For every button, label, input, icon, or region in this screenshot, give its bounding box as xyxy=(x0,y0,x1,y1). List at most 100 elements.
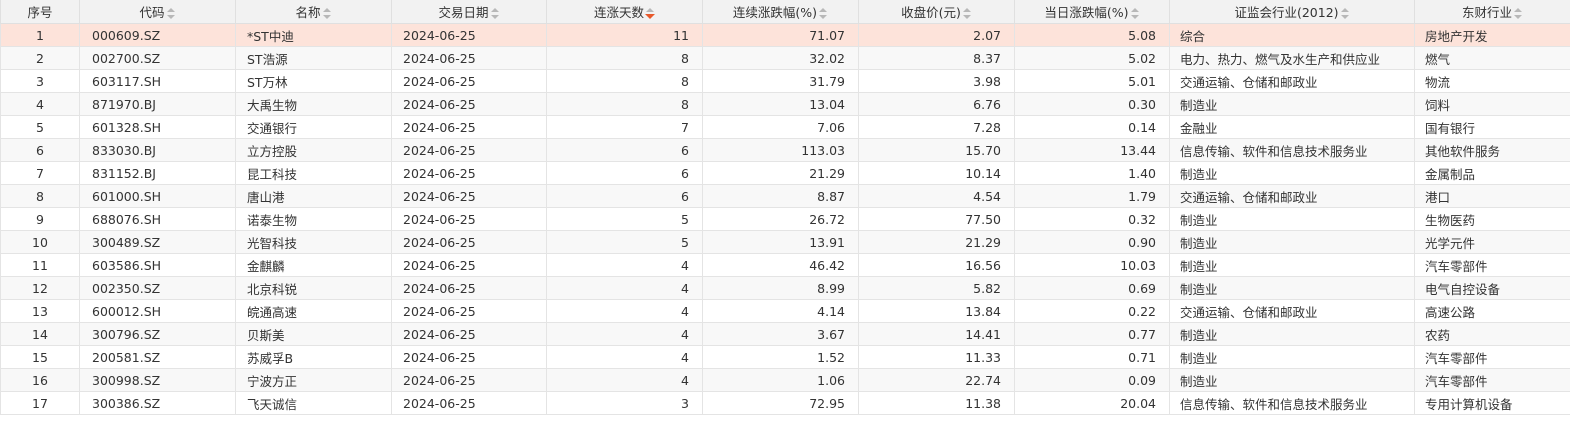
cell-code: 601000.SH xyxy=(79,184,236,208)
header-daily[interactable]: 当日涨跌幅(%) xyxy=(1014,0,1170,24)
cell-code: 200581.SZ xyxy=(79,345,236,369)
cell-gain: 113.03 xyxy=(702,138,859,162)
table-row[interactable]: 3 603117.SH ST万林 2024-06-25 8 31.79 3.98 5.01 交通… xyxy=(0,69,1570,93)
cell-days: 5 xyxy=(546,207,703,231)
table-row[interactable]: 1 000609.SZ *ST中迪 2024-06-25 11 71.07 2.07 5.08… xyxy=(0,23,1570,47)
table-row[interactable]: 7 831152.BJ 昆工科技 2024-06-25 6 21.29 10.14 1.40 制… xyxy=(0,161,1570,185)
cell-em: 电气自控设备 xyxy=(1414,276,1570,300)
cell-date: 2024-06-25 xyxy=(391,115,547,139)
sort-icon[interactable] xyxy=(819,7,828,20)
cell-code: 300998.SZ xyxy=(79,368,236,392)
table-row[interactable]: 4 871970.BJ 大禹生物 2024-06-25 8 13.04 6.76 0.30 制造… xyxy=(0,92,1570,116)
table-row[interactable]: 9 688076.SH 诺泰生物 2024-06-25 5 26.72 77.50 0.32 制… xyxy=(0,207,1570,231)
cell-em: 房地产开发 xyxy=(1414,23,1570,47)
cell-name: ST万林 xyxy=(235,69,392,93)
cell-idx: 12 xyxy=(0,276,80,300)
header-date[interactable]: 交易日期 xyxy=(391,0,547,24)
header-name[interactable]: 名称 xyxy=(235,0,392,24)
cell-date: 2024-06-25 xyxy=(391,92,547,116)
cell-days: 4 xyxy=(546,345,703,369)
cell-gain: 13.04 xyxy=(702,92,859,116)
cell-gain: 13.91 xyxy=(702,230,859,254)
cell-daily: 0.14 xyxy=(1014,115,1170,139)
cell-daily: 20.04 xyxy=(1014,391,1170,415)
cell-daily: 0.32 xyxy=(1014,207,1170,231)
cell-name: ST浩源 xyxy=(235,46,392,70)
cell-code: 300796.SZ xyxy=(79,322,236,346)
cell-days: 6 xyxy=(546,138,703,162)
cell-daily: 1.40 xyxy=(1014,161,1170,185)
cell-daily: 1.79 xyxy=(1014,184,1170,208)
header-idx: 序号 xyxy=(0,0,80,24)
table-row[interactable]: 6 833030.BJ 立方控股 2024-06-25 6 113.03 15.70 13.4… xyxy=(0,138,1570,162)
cell-name: 交通银行 xyxy=(235,115,392,139)
sort-icon[interactable] xyxy=(1130,7,1140,20)
header-code[interactable]: 代码 xyxy=(79,0,236,24)
header-row: 序号 代码 名称 交易日期 连涨天数 连续涨跌幅(%) 收盘价(元) 当日涨跌幅… xyxy=(0,0,1570,24)
sort-icon[interactable] xyxy=(490,7,500,20)
cell-days: 4 xyxy=(546,253,703,277)
table-row[interactable]: 5 601328.SH 交通银行 2024-06-25 7 7.06 7.28 0.14 金融业… xyxy=(0,115,1570,139)
cell-code: 833030.BJ xyxy=(79,138,236,162)
cell-name: 皖通高速 xyxy=(235,299,392,323)
cell-close: 11.33 xyxy=(858,345,1015,369)
table-row[interactable]: 11 603586.SH 金麒麟 2024-06-25 4 46.42 16.56 10.03… xyxy=(0,253,1570,277)
cell-em: 金属制品 xyxy=(1414,161,1570,185)
sort-icon[interactable] xyxy=(166,7,176,20)
cell-em: 生物医药 xyxy=(1414,207,1570,231)
cell-idx: 16 xyxy=(0,368,80,392)
cell-name: 昆工科技 xyxy=(235,161,392,185)
cell-days: 6 xyxy=(546,184,703,208)
header-gain[interactable]: 连续涨跌幅(%) xyxy=(702,0,859,24)
cell-date: 2024-06-25 xyxy=(391,322,547,346)
cell-close: 11.38 xyxy=(858,391,1015,415)
table-row[interactable]: 17 300386.SZ 飞天诚信 2024-06-25 3 72.95 11.38 20.0… xyxy=(0,391,1570,415)
cell-code: 603117.SH xyxy=(79,69,236,93)
cell-close: 15.70 xyxy=(858,138,1015,162)
header-em[interactable]: 东财行业 xyxy=(1414,0,1570,24)
cell-gain: 46.42 xyxy=(702,253,859,277)
cell-date: 2024-06-25 xyxy=(391,69,547,93)
cell-idx: 15 xyxy=(0,345,80,369)
cell-code: 871970.BJ xyxy=(79,92,236,116)
cell-em: 汽车零部件 xyxy=(1414,345,1570,369)
cell-csrc: 制造业 xyxy=(1169,368,1415,392)
header-days[interactable]: 连涨天数 xyxy=(546,0,703,24)
cell-daily: 10.03 xyxy=(1014,253,1170,277)
header-close[interactable]: 收盘价(元) xyxy=(858,0,1015,24)
cell-date: 2024-06-25 xyxy=(391,253,547,277)
cell-close: 8.37 xyxy=(858,46,1015,70)
table-row[interactable]: 12 002350.SZ 北京科锐 2024-06-25 4 8.99 5.82 0.69 制造… xyxy=(0,276,1570,300)
cell-date: 2024-06-25 xyxy=(391,391,547,415)
header-csrc[interactable]: 证监会行业(2012) xyxy=(1169,0,1415,24)
table-row[interactable]: 16 300998.SZ 宁波方正 2024-06-25 4 1.06 22.74 0.09 制… xyxy=(0,368,1570,392)
table-row[interactable]: 8 601000.SH 唐山港 2024-06-25 6 8.87 4.54 1.79 交通运输… xyxy=(0,184,1570,208)
cell-idx: 2 xyxy=(0,46,80,70)
cell-idx: 3 xyxy=(0,69,80,93)
cell-name: 金麒麟 xyxy=(235,253,392,277)
cell-days: 5 xyxy=(546,230,703,254)
cell-em: 饲料 xyxy=(1414,92,1570,116)
cell-date: 2024-06-25 xyxy=(391,184,547,208)
cell-em: 港口 xyxy=(1414,184,1570,208)
table-row[interactable]: 2 002700.SZ ST浩源 2024-06-25 8 32.02 8.37 5.02 电力… xyxy=(0,46,1570,70)
sort-icon[interactable] xyxy=(962,7,972,20)
cell-csrc: 信息传输、软件和信息技术服务业 xyxy=(1169,138,1415,162)
table-row[interactable]: 13 600012.SH 皖通高速 2024-06-25 4 4.14 13.84 0.22 交… xyxy=(0,299,1570,323)
cell-em: 燃气 xyxy=(1414,46,1570,70)
cell-em: 国有银行 xyxy=(1414,115,1570,139)
cell-code: 603586.SH xyxy=(79,253,236,277)
cell-daily: 0.09 xyxy=(1014,368,1170,392)
sort-icon[interactable] xyxy=(322,7,332,20)
cell-idx: 5 xyxy=(0,115,80,139)
sort-icon[interactable] xyxy=(1340,7,1350,20)
cell-code: 000609.SZ xyxy=(79,23,236,47)
table-row[interactable]: 10 300489.SZ 光智科技 2024-06-25 5 13.91 21.29 0.90… xyxy=(0,230,1570,254)
sort-desc-active-icon[interactable] xyxy=(645,7,655,20)
cell-days: 11 xyxy=(546,23,703,47)
table-row[interactable]: 15 200581.SZ 苏威孚B 2024-06-25 4 1.52 11.33 0.71 制… xyxy=(0,345,1570,369)
sort-icon[interactable] xyxy=(1514,7,1523,20)
cell-csrc: 制造业 xyxy=(1169,92,1415,116)
table-row[interactable]: 14 300796.SZ 贝斯美 2024-06-25 4 3.67 14.41 0.77 制造… xyxy=(0,322,1570,346)
cell-gain: 1.52 xyxy=(702,345,859,369)
